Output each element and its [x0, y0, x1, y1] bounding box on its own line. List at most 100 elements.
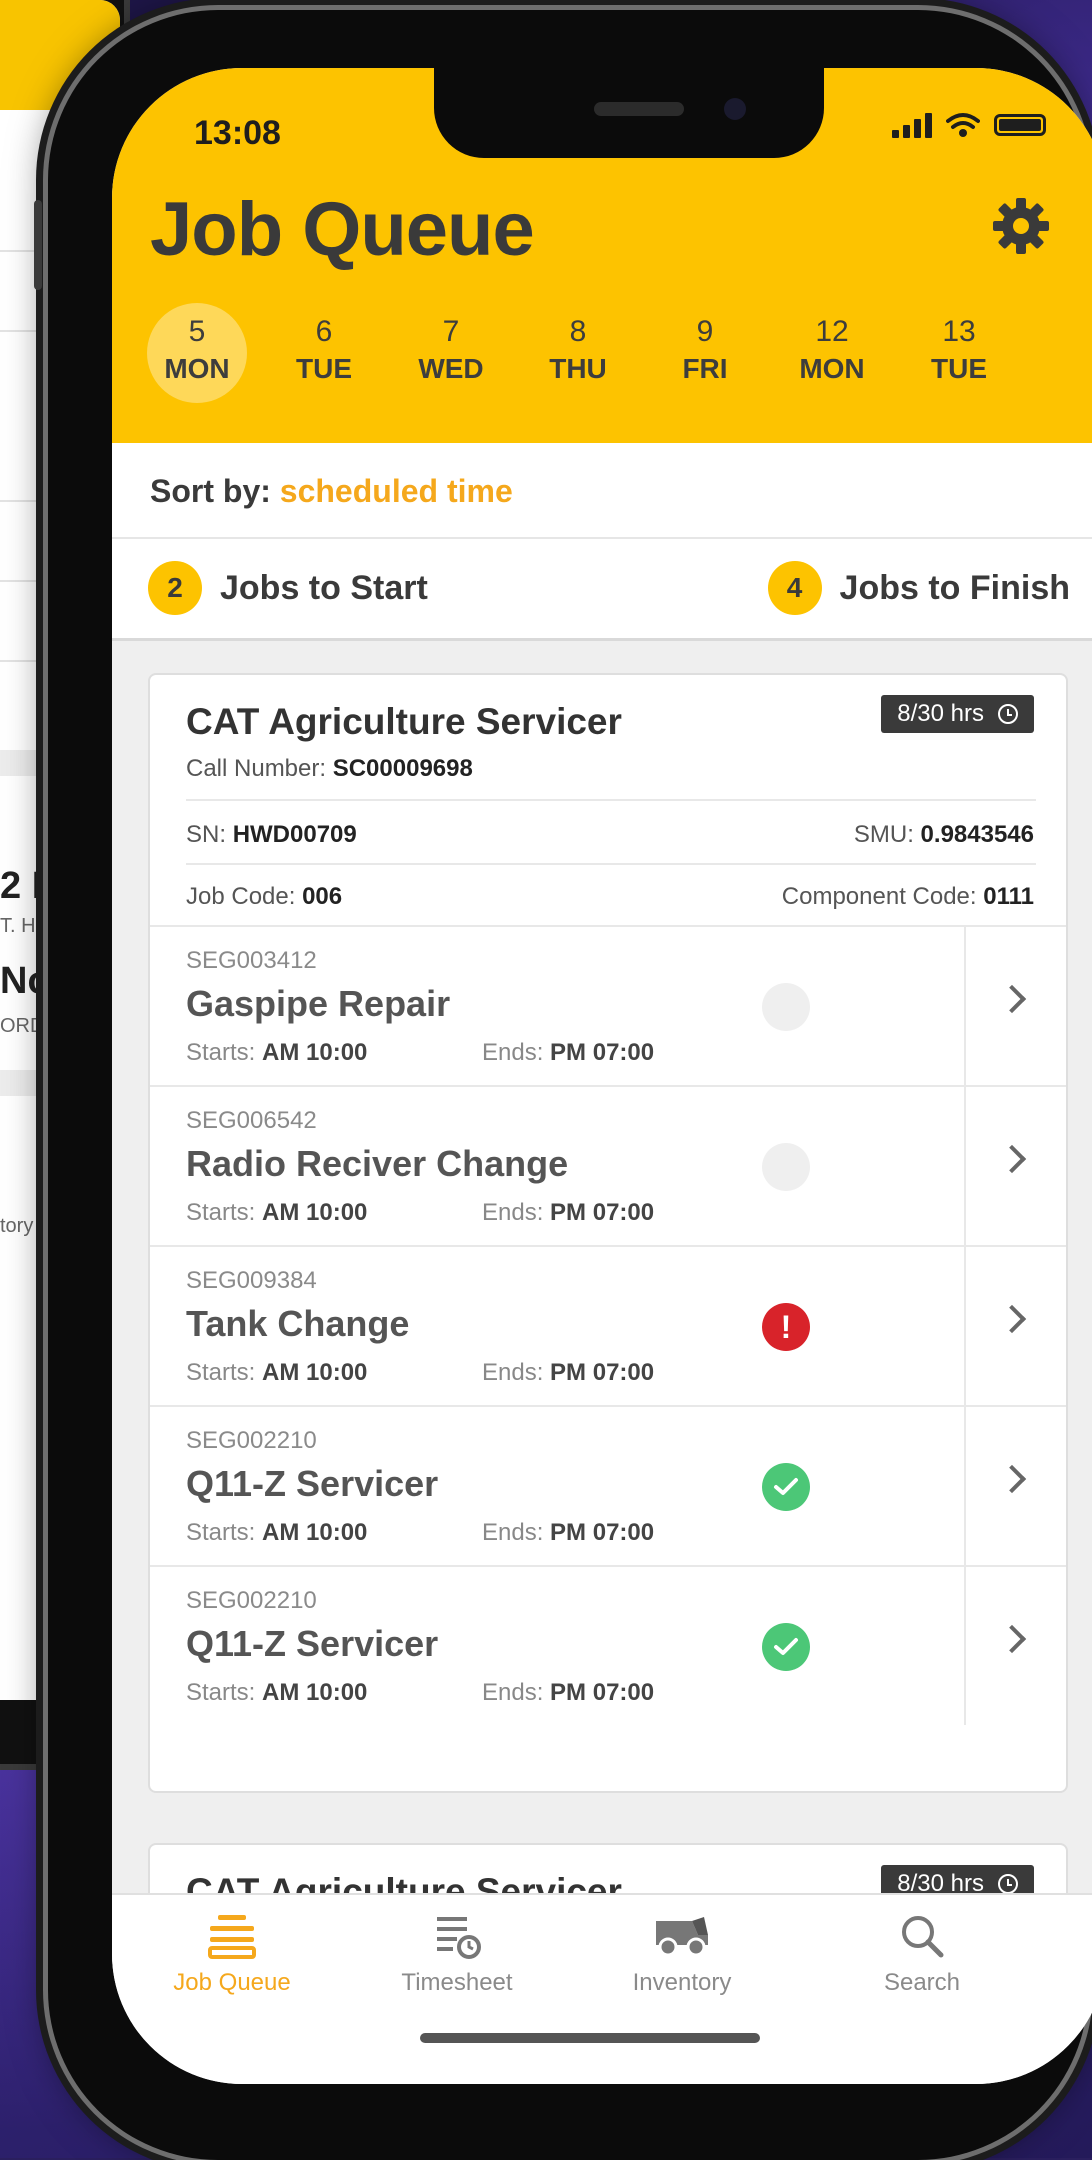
starts-label: Starts:	[186, 1199, 256, 1226]
chevron-right-icon	[997, 1624, 1027, 1654]
day-of-week: MON	[164, 353, 230, 384]
day-item[interactable]: 12 MON	[782, 303, 882, 403]
status-icons	[892, 112, 1046, 138]
starts-value: AM 10:00	[262, 1039, 368, 1066]
search-icon	[902, 1916, 944, 1958]
home-indicator[interactable]	[420, 2033, 760, 2043]
starts-value: AM 10:00	[262, 1199, 368, 1226]
job-code-label: Job Code:	[186, 883, 296, 910]
segment-open-button[interactable]	[964, 1567, 1066, 1725]
day-of-week: TUE	[296, 353, 352, 384]
status-time: 13:08	[194, 114, 281, 152]
sort-bar[interactable]: Sort by: scheduled time	[112, 443, 1092, 539]
call-number-label: Call Number:	[186, 755, 327, 782]
segment-name: Q11-Z Servicer	[186, 1623, 439, 1664]
segment-open-button[interactable]	[964, 1247, 1066, 1405]
status-pending-icon	[762, 1143, 810, 1191]
segment-code: SEG006542	[186, 1107, 317, 1134]
chevron-right-icon	[997, 984, 1027, 1014]
segment-open-button[interactable]	[964, 1407, 1066, 1565]
day-item[interactable]: 5 MON	[147, 303, 247, 403]
phone-frame: 13:08 Job Queue 5 MON 6 TUE 7 WED 8 THU …	[34, 10, 1092, 2160]
day-item[interactable]: 9 FRI	[655, 303, 755, 403]
segment-times: Starts: AM 10:00 Ends: PM 07:00	[186, 1679, 654, 1707]
segment-code: SEG002210	[186, 1427, 317, 1454]
tab-search[interactable]: Search	[822, 1913, 1022, 1997]
day-number: 13	[942, 315, 976, 348]
jobs-to-finish-count: 4	[767, 561, 822, 615]
segment-name: Tank Change	[186, 1303, 410, 1344]
camera	[724, 98, 746, 120]
day-item[interactable]: 8 THU	[528, 303, 628, 403]
segment-open-button[interactable]	[964, 927, 1066, 1085]
sn-value: HWD00709	[232, 821, 357, 848]
starts-label: Starts:	[186, 1359, 256, 1386]
sort-value[interactable]: scheduled time	[280, 473, 513, 509]
day-item[interactable]: 7 WED	[401, 303, 501, 403]
jobs-to-finish[interactable]: 4 Jobs to Finish	[767, 561, 1070, 615]
list-icon	[208, 1915, 256, 1959]
segment-times: Starts: AM 10:00 Ends: PM 07:00	[186, 1199, 654, 1227]
signal-icon	[892, 112, 932, 138]
battery-icon	[994, 114, 1046, 136]
status-pending-icon	[762, 983, 810, 1031]
clock-icon	[998, 1874, 1018, 1894]
day-number: 5	[188, 315, 206, 348]
segment-code: SEG002210	[186, 1587, 317, 1614]
chevron-right-icon	[997, 1464, 1027, 1494]
tab-label: Inventory	[632, 1969, 732, 1996]
component-code-value: 0111	[983, 883, 1034, 910]
day-item[interactable]: 13 TUE	[909, 303, 1009, 403]
chevron-right-icon	[997, 1304, 1027, 1334]
sort-control[interactable]: Sort by: scheduled time	[150, 473, 513, 510]
background-phone-text: T. HC	[0, 915, 50, 937]
segment-row[interactable]: SEG006542 Radio Reciver Change Starts: A…	[150, 1085, 1066, 1245]
day-number: 8	[569, 315, 587, 348]
day-of-week: THU	[549, 353, 607, 384]
timesheet-icon	[437, 1917, 481, 1959]
speaker	[594, 102, 684, 116]
divider	[186, 863, 1036, 865]
component-code-label: Component Code:	[781, 883, 977, 910]
segment-row[interactable]: SEG003412 Gaspipe Repair Starts: AM 10:0…	[150, 925, 1066, 1085]
segment-name: Q11-Z Servicer	[186, 1463, 439, 1504]
day-number: 12	[815, 315, 849, 348]
segment-times: Starts: AM 10:00 Ends: PM 07:00	[186, 1359, 654, 1387]
day-of-week: MON	[799, 353, 865, 384]
segment-row[interactable]: SEG009384 Tank Change Starts: AM 10:00 E…	[150, 1245, 1066, 1405]
ends-label: Ends:	[482, 1039, 544, 1066]
ends-label: Ends:	[482, 1679, 544, 1706]
segment-name: Radio Reciver Change	[186, 1143, 569, 1184]
side-button	[34, 200, 42, 290]
job-card[interactable]: CAT Agriculture Servicer 8/30 hrs Call N…	[148, 673, 1068, 1793]
wifi-icon	[946, 113, 980, 137]
segment-name: Gaspipe Repair	[186, 983, 451, 1024]
starts-label: Starts:	[186, 1679, 256, 1706]
starts-value: AM 10:00	[262, 1679, 368, 1706]
hours-badge: 8/30 hrs	[881, 695, 1034, 733]
call-number: Call Number: SC00009698	[186, 755, 473, 783]
clock-icon	[998, 704, 1018, 724]
segment-code: SEG003412	[186, 947, 317, 974]
gear-icon[interactable]	[991, 196, 1051, 256]
phone-notch	[434, 68, 824, 158]
starts-label: Starts:	[186, 1519, 256, 1546]
sort-label: Sort by:	[150, 473, 271, 509]
check-circle-icon	[762, 1623, 810, 1671]
day-of-week: TUE	[931, 353, 987, 384]
smu-value: 0.9843546	[920, 821, 1034, 848]
tab-inventory[interactable]: Inventory	[582, 1913, 782, 1997]
tab-timesheet[interactable]: Timesheet	[357, 1913, 557, 1997]
jobs-to-start[interactable]: 2 Jobs to Start	[148, 561, 428, 615]
day-item[interactable]: 6 TUE	[274, 303, 374, 403]
segment-row[interactable]: SEG002210 Q11-Z Servicer Starts: AM 10:0…	[150, 1405, 1066, 1565]
smu: SMU: 0.9843546	[854, 821, 1034, 849]
segment-code: SEG009384	[186, 1267, 317, 1294]
starts-label: Starts:	[186, 1039, 256, 1066]
day-of-week: FRI	[682, 353, 728, 384]
ends-value: PM 07:00	[550, 1679, 655, 1706]
segment-row[interactable]: SEG002210 Q11-Z Servicer Starts: AM 10:0…	[150, 1565, 1066, 1725]
ends-value: PM 07:00	[550, 1359, 655, 1386]
tab-job-queue[interactable]: Job Queue	[132, 1913, 332, 1997]
segment-open-button[interactable]	[964, 1087, 1066, 1245]
